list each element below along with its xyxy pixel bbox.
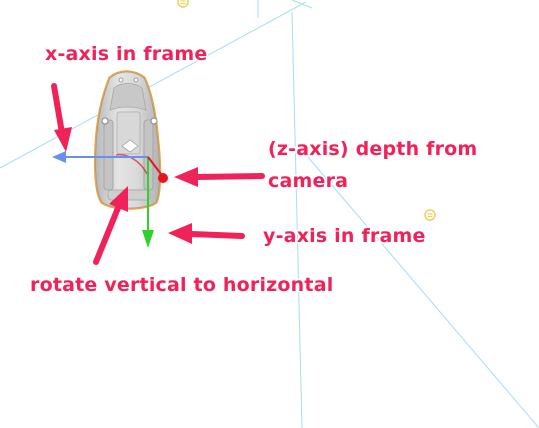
- rotate-annotation-label: rotate vertical to horizontal: [30, 274, 333, 296]
- object-knob-top-left: [118, 77, 124, 83]
- object-panel-left: [103, 119, 114, 191]
- light-icon[interactable]: [424, 209, 436, 221]
- arrow-to-x-axis: [51, 83, 72, 152]
- arrow-to-y-axis: [168, 223, 245, 244]
- arrow-to-z-axis: [174, 167, 265, 187]
- light-icon[interactable]: [177, 0, 189, 8]
- viewport-scene[interactable]: x-axis in frame (z-axis) depth from came…: [0, 0, 539, 428]
- object-knob-right: [150, 117, 158, 125]
- y-axis-arrowhead[interactable]: [142, 230, 154, 248]
- object-knob-left: [101, 117, 109, 125]
- object-knob-top-right: [133, 77, 139, 83]
- frustum-edge-right-top: [291, 0, 313, 9]
- x-axis-arrowhead[interactable]: [52, 151, 66, 163]
- x-axis-annotation-label: x-axis in frame: [45, 43, 207, 65]
- z-axis-annotation-label-line2: camera: [268, 170, 348, 192]
- y-axis-annotation-label: y-axis in frame: [263, 225, 426, 247]
- z-axis-annotation-label-line1: (z-axis) depth from: [268, 138, 477, 160]
- z-axis-handle[interactable]: [158, 173, 168, 183]
- frustum-edge-vertical: [291, 11, 303, 428]
- object-rear-bumper: [107, 189, 151, 201]
- object-windshield: [109, 83, 147, 111]
